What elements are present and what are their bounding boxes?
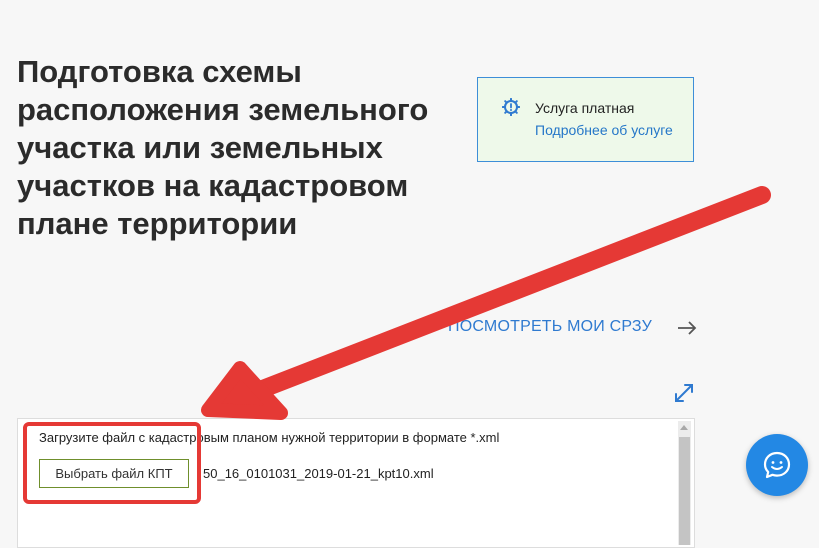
scroll-thumb[interactable] bbox=[679, 437, 690, 545]
scroll-up-icon[interactable] bbox=[680, 425, 688, 430]
annotation-highlight-box bbox=[23, 422, 201, 504]
service-details-link[interactable]: Подробнее об услуге bbox=[535, 122, 673, 138]
chat-icon bbox=[763, 451, 791, 479]
service-info-box: Услуга платная Подробнее об услуге bbox=[477, 77, 694, 162]
gear-icon bbox=[501, 97, 521, 117]
scrollbar[interactable] bbox=[678, 421, 691, 545]
view-my-srzu-link[interactable]: ПОСМОТРЕТЬ МОИ СРЗУ bbox=[448, 318, 652, 336]
expand-icon[interactable] bbox=[672, 381, 696, 405]
paid-service-label: Услуга платная bbox=[535, 100, 635, 116]
arrow-right-icon[interactable] bbox=[676, 318, 698, 338]
chat-button[interactable] bbox=[746, 434, 808, 496]
page-title: Подготовка схемы расположения земельного… bbox=[17, 54, 429, 241]
selected-file-name: 50_16_0101031_2019-01-21_kpt10.xml bbox=[203, 466, 434, 481]
